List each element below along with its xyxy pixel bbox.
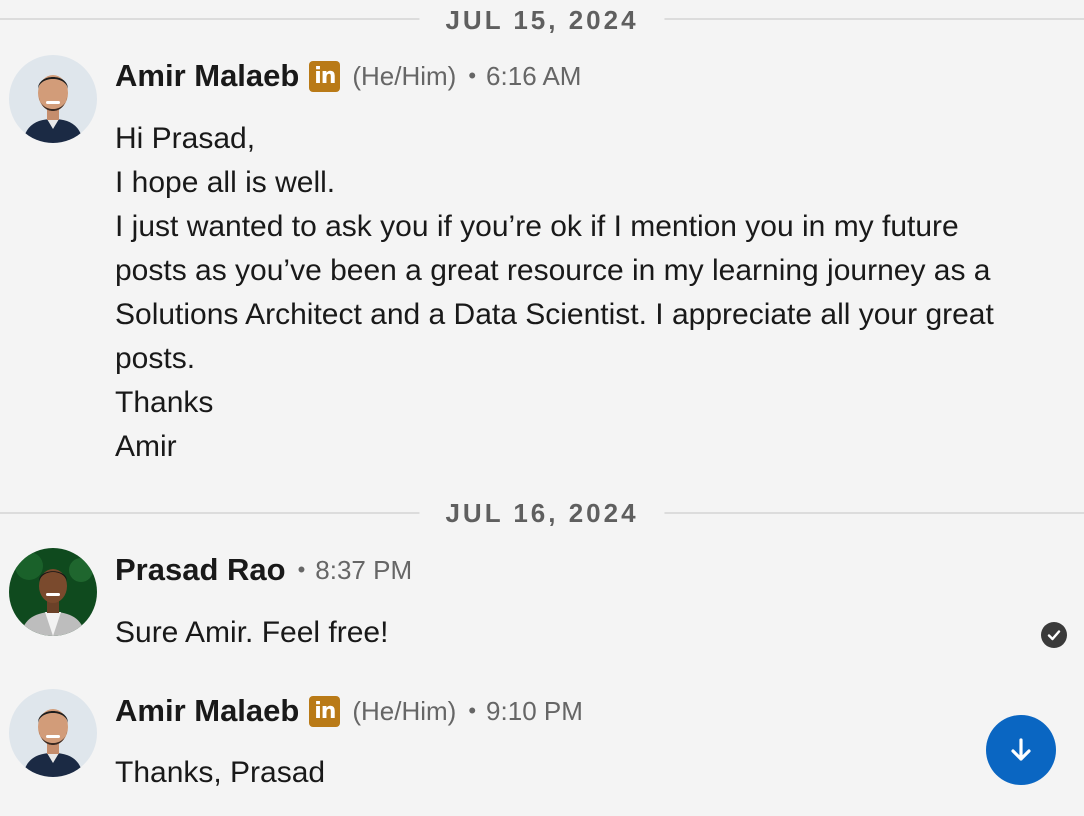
linkedin-icon: in (309, 695, 341, 727)
avatar-prasad-rao[interactable] (9, 548, 97, 636)
sender-name[interactable]: Amir Malaeb (115, 58, 299, 94)
linkedin-icon: in (309, 60, 341, 92)
sender-pronouns: (He/Him) (352, 60, 457, 91)
sender-name[interactable]: Amir Malaeb (115, 693, 299, 729)
sender-name[interactable]: Prasad Rao (115, 552, 286, 588)
message-time: 9:10 PM (486, 695, 583, 726)
message-line: Sure Amir. Feel free! (115, 616, 389, 649)
scroll-to-bottom-button[interactable] (986, 715, 1056, 785)
avatar-amir-malaeb[interactable] (9, 55, 97, 143)
message-time: 8:37 PM (315, 554, 413, 585)
message-time: 6:16 AM (486, 60, 582, 91)
arrow-down-icon (1011, 738, 1031, 761)
sender-pronouns: (He/Him) (352, 695, 457, 726)
message-body: Thanks, Prasad (115, 751, 995, 795)
message-line: I hope all is well. (115, 166, 336, 199)
message-line: Thanks, Prasad (115, 756, 326, 789)
message-header: Prasad Rao • 8:37 PM (115, 552, 412, 588)
avatar-amir-malaeb[interactable] (9, 689, 97, 777)
separator-dot: • (468, 63, 477, 88)
check-circle-icon (1041, 622, 1067, 648)
separator-dot: • (297, 557, 306, 582)
date-divider-label: JUL 16, 2024 (419, 498, 665, 528)
message-body: Hi Prasad, I hope all is well. I just wa… (115, 117, 995, 469)
message-line: Thanks (115, 386, 214, 419)
date-divider-label: JUL 15, 2024 (419, 5, 665, 35)
message-line: Hi Prasad, (115, 122, 256, 155)
message-body: Sure Amir. Feel free! (115, 611, 995, 655)
message-line: I just wanted to ask you if you’re ok if… (115, 210, 994, 375)
message-line: Amir (115, 430, 177, 463)
separator-dot: • (468, 698, 477, 723)
message-header: Amir Malaeb in (He/Him) • 6:16 AM (115, 58, 581, 94)
message-header: Amir Malaeb in (He/Him) • 9:10 PM (115, 693, 583, 729)
